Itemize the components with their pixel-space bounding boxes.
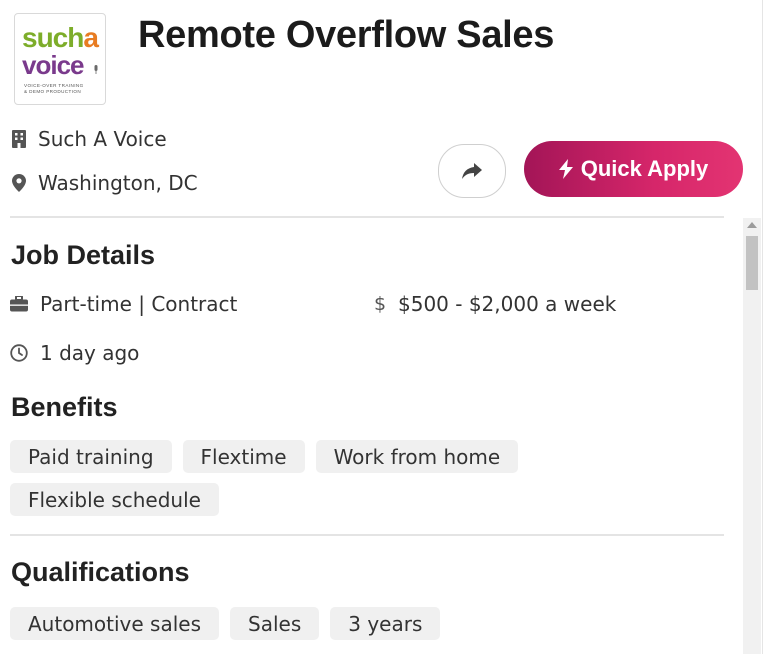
company-name[interactable]: Such A Voice: [38, 127, 167, 151]
header-divider: [10, 216, 724, 218]
benefit-chip: Paid training: [10, 440, 172, 473]
job-details-heading: Job Details: [11, 240, 156, 270]
benefit-chip: Flextime: [182, 440, 305, 473]
company-row: Such A Voice: [12, 127, 167, 151]
benefits-list: Paid training Flextime Work from home Fl…: [10, 440, 570, 516]
benefit-chip: Work from home: [315, 440, 519, 473]
share-icon: [462, 163, 482, 179]
location-pin-icon: [12, 174, 26, 192]
logo-tagline: VOICE-OVER TRAINING & DEMO PRODUCTION: [24, 83, 84, 95]
salary-row: $ $500 - $2,000 a week: [374, 292, 616, 316]
qualifications-list: Automotive sales Sales 3 years: [10, 607, 441, 640]
posted-text: 1 day ago: [40, 341, 140, 365]
posted-row: 1 day ago: [10, 341, 139, 365]
scrollbar-thumb[interactable]: [746, 236, 758, 290]
quick-apply-label: Quick Apply: [580, 156, 709, 181]
lightning-icon: [558, 159, 573, 179]
qualification-chip: Automotive sales: [10, 607, 220, 640]
logo-text-voice: voice: [22, 50, 84, 80]
job-type-row: Part-time | Contract: [10, 292, 237, 316]
benefits-heading: Benefits: [11, 392, 118, 422]
section-divider: [10, 534, 724, 536]
panel-border: [762, 0, 763, 654]
job-type-text: Part-time | Contract: [40, 292, 238, 316]
qualifications-heading: Qualifications: [11, 557, 190, 587]
microphone-icon: [94, 65, 98, 74]
share-button[interactable]: [438, 144, 506, 198]
logo-tagline-2: & DEMO PRODUCTION: [24, 89, 82, 94]
qualification-chip: 3 years: [330, 607, 441, 640]
company-logo: sucha voice VOICE-OVER TRAINING & DEMO P…: [14, 13, 106, 105]
briefcase-icon: [10, 295, 28, 313]
location-row: Washington, DC: [12, 171, 198, 195]
dollar-icon: $: [373, 293, 387, 315]
salary-text: $500 - $2,000 a week: [398, 292, 617, 316]
logo-text-such: such: [22, 22, 84, 53]
job-title: Remote Overflow Sales: [138, 14, 555, 56]
location-text: Washington, DC: [38, 171, 198, 195]
scroll-up-arrow-icon[interactable]: [747, 222, 757, 228]
benefit-chip: Flexible schedule: [10, 483, 219, 516]
quick-apply-button[interactable]: Quick Apply: [524, 141, 743, 197]
qualification-chip: Sales: [230, 607, 320, 640]
building-icon: [12, 130, 26, 148]
logo-text-a: a: [83, 22, 99, 53]
clock-icon: [10, 344, 28, 362]
